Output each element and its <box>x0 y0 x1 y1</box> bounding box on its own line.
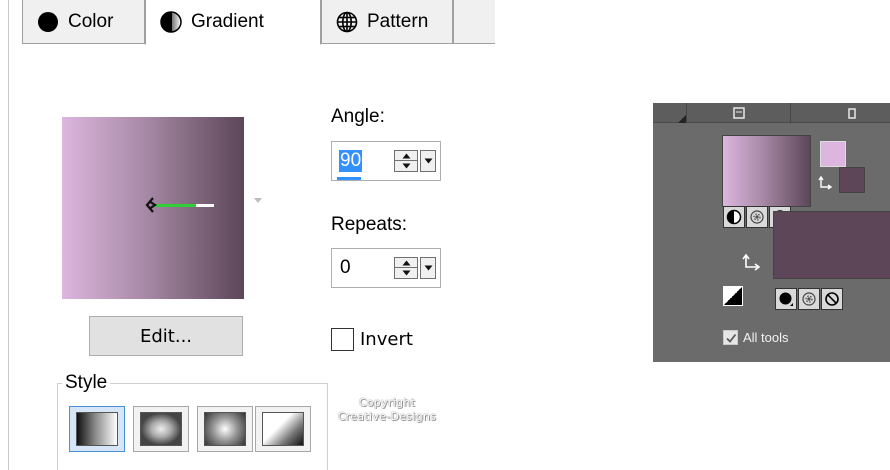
none-icon[interactable] <box>821 288 843 310</box>
default-colors-icon[interactable] <box>723 286 743 306</box>
dialog-edge <box>8 0 9 470</box>
all-tools-checkbox-row[interactable]: All tools <box>723 330 789 345</box>
material-properties-dialog: Color Gradient Pattern Angle: 90 Repeats… <box>0 0 495 470</box>
spin-up-icon[interactable] <box>395 258 417 268</box>
tab-color-label: Color <box>68 10 114 32</box>
corner-triangle-icon <box>678 115 686 123</box>
background-mode-icons <box>775 288 844 312</box>
palette-toolbar <box>653 103 890 123</box>
tab-gradient[interactable]: Gradient <box>145 0 321 45</box>
checkmark-icon <box>725 333 736 343</box>
gradient-angle-handle[interactable] <box>150 204 214 207</box>
swap-colors-icon[interactable] <box>818 174 834 190</box>
watermark-line-2: Creative-Designs <box>337 410 437 423</box>
edit-button[interactable]: Edit... <box>89 316 243 356</box>
all-tools-checkbox[interactable] <box>723 330 738 345</box>
invert-checkbox-row[interactable]: Invert <box>331 328 413 351</box>
repeats-spin-buttons[interactable] <box>394 257 418 279</box>
tab-gradient-label: Gradient <box>191 11 264 32</box>
all-tools-label[interactable]: All tools <box>743 330 789 345</box>
repeats-dropdown-icon[interactable] <box>420 257 436 279</box>
tab-color[interactable]: Color <box>22 0 145 44</box>
invert-checkbox[interactable] <box>331 328 354 351</box>
globe-grid-icon <box>336 11 358 33</box>
swap-materials-icon[interactable] <box>741 252 763 274</box>
watermark-line-1: Copyright <box>358 396 416 409</box>
style-legend: Style <box>62 372 111 394</box>
half-circle-icon <box>160 11 182 33</box>
background-color-swatch[interactable] <box>839 167 865 193</box>
repeats-value[interactable]: 0 <box>339 257 352 279</box>
trash-icon[interactable] <box>847 107 857 119</box>
angle-label: Angle: <box>331 106 385 127</box>
repeats-label: Repeats: <box>331 214 408 235</box>
filled-circle-icon <box>37 11 59 33</box>
spin-up-icon[interactable] <box>395 151 417 161</box>
toolbar-separator <box>686 103 687 123</box>
materials-palette: All tools <box>653 103 890 362</box>
gradient-icon[interactable] <box>723 206 745 228</box>
spin-down-icon[interactable] <box>395 161 417 171</box>
color-icon[interactable] <box>775 288 797 310</box>
tab-pattern-label: Pattern <box>367 10 429 32</box>
spin-down-icon[interactable] <box>395 268 417 278</box>
gradient-center-handle[interactable] <box>144 197 158 213</box>
radial-gradient-icon <box>204 412 246 446</box>
style-group: Style <box>57 372 328 470</box>
angle-value[interactable]: 90 <box>339 150 363 172</box>
foreground-material-swatch[interactable] <box>722 135 811 207</box>
angle-spin-buttons[interactable] <box>394 150 418 172</box>
toolbar-separator <box>790 103 791 123</box>
linear-gradient-icon <box>76 412 118 446</box>
angle-spinbox[interactable]: 90 <box>331 141 441 181</box>
copyright-watermark: Copyright Creative-Designs <box>327 396 447 424</box>
pattern-icon[interactable] <box>798 288 820 310</box>
tab-strip-filler <box>453 0 495 44</box>
document-icon[interactable] <box>733 107 745 119</box>
angle-dropdown-icon[interactable] <box>420 150 436 172</box>
rectangular-gradient-icon <box>140 412 182 446</box>
foreground-color-swatch[interactable] <box>820 141 846 167</box>
tab-pattern[interactable]: Pattern <box>321 0 453 44</box>
corner-gradient-icon <box>262 412 304 446</box>
linear-style-button[interactable] <box>69 406 125 452</box>
angle-underline <box>337 177 361 180</box>
corner-style-button[interactable] <box>255 406 311 452</box>
background-material-swatch[interactable] <box>773 211 890 279</box>
pattern-icon[interactable] <box>746 206 768 228</box>
repeats-spinbox[interactable]: 0 <box>331 248 441 288</box>
radial-style-button[interactable] <box>197 406 253 452</box>
invert-label[interactable]: Invert <box>360 329 413 350</box>
preview-dropdown-arrow-icon[interactable] <box>253 197 263 205</box>
tab-strip: Color Gradient Pattern <box>22 0 495 45</box>
rectangular-style-button[interactable] <box>133 406 189 452</box>
